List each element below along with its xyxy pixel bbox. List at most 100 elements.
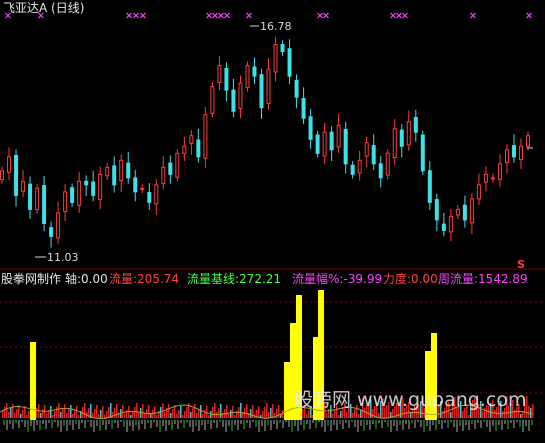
flow-bar: [156, 415, 158, 418]
candlestick: [287, 48, 292, 77]
candlestick: [21, 180, 26, 192]
candlestick: [427, 170, 432, 203]
candlestick: [7, 156, 12, 173]
chart-title: 飞亚达A (日线): [3, 1, 85, 15]
flow-bar: [90, 404, 92, 418]
candlestick: [119, 159, 124, 182]
candlestick: [238, 82, 243, 109]
flow-bar: [8, 412, 10, 418]
signal-cross-marker: [206, 12, 212, 19]
flow-bar: [64, 404, 66, 418]
flow-bar: [60, 412, 62, 418]
flow-bar: [306, 414, 308, 418]
flow-bar: [172, 409, 174, 418]
flow-bar: [150, 414, 152, 418]
candlestick: [147, 192, 152, 203]
candlestick: [14, 154, 19, 196]
flow-bar: [218, 408, 220, 418]
candlestick: [35, 187, 40, 210]
flow-bar: [208, 415, 210, 418]
indicator-weekly-flow-value: 周流量:1542.89: [438, 272, 528, 286]
flow-bar: [138, 412, 140, 418]
candlestick: [98, 173, 103, 201]
flow-bar: [272, 404, 274, 418]
flow-bar: [108, 407, 110, 418]
candlestick: [70, 187, 75, 203]
flow-bar: [502, 411, 504, 418]
candlestick: [196, 139, 201, 158]
candlestick: [448, 215, 453, 233]
flow-bar: [142, 404, 144, 418]
candlestick: [511, 145, 516, 158]
indicator-flow-value: 流量:205.74: [109, 272, 180, 286]
flow-bar: [230, 410, 232, 418]
flow-bar: [28, 411, 30, 418]
flow-bar: [226, 405, 228, 418]
candlestick: [28, 183, 33, 210]
flow-bar: [240, 403, 242, 418]
candlestick: [315, 134, 320, 154]
flow-bar: [270, 408, 272, 418]
candlestick: [434, 199, 439, 221]
signal-cross-marker: [246, 12, 252, 19]
flow-bar: [220, 404, 222, 418]
indicator-flow-baseline-value: 流量基线:272.21: [187, 272, 282, 286]
signal-cross-marker: [212, 12, 218, 19]
candlestick: [462, 204, 467, 221]
candlestick: [133, 177, 138, 193]
watermark: 股旁网 www.gupang.com: [294, 389, 527, 411]
candlestick: [91, 181, 96, 196]
flow-bar: [186, 407, 188, 418]
flow-bar: [200, 405, 202, 418]
candlestick: [343, 128, 348, 165]
flow-bar: [14, 413, 16, 418]
flow-bar: [152, 410, 154, 418]
flow-bar: [338, 415, 340, 418]
candlestick: [476, 184, 481, 200]
flow-bar: [176, 414, 178, 418]
flow-bar: [154, 406, 156, 418]
flow-bar: [100, 410, 102, 418]
flow-bar: [264, 407, 266, 418]
candlestick: [252, 66, 257, 77]
flow-bar: [124, 414, 126, 418]
candlestick: [266, 68, 271, 104]
candlestick: [0, 170, 4, 181]
signal-cross-marker: [323, 12, 329, 19]
flow-bar: [16, 409, 18, 418]
signal-cross-marker: [526, 12, 532, 19]
flow-bar: [4, 407, 6, 418]
flow-bar: [262, 411, 264, 418]
flow-bar: [162, 403, 164, 418]
indicator-axis-value: 轴:0.00: [65, 272, 108, 286]
flow-bar: [104, 415, 106, 418]
flow-bar: [78, 415, 80, 418]
flow-bar: [114, 408, 116, 418]
flow-bar: [62, 408, 64, 418]
flow-bar: [110, 403, 112, 418]
flow-bar: [56, 407, 58, 418]
flow-bar: [180, 406, 182, 418]
flow-bar: [258, 406, 260, 418]
flow-bar: [442, 411, 444, 418]
candlestick: [126, 162, 131, 179]
candlestick: [385, 152, 390, 176]
flow-bar: [42, 409, 44, 418]
signal-cross-marker: [317, 12, 323, 19]
flow-bar: [52, 415, 54, 418]
candlestick: [420, 134, 425, 172]
flow-bar: [358, 414, 360, 418]
flow-bar: [22, 410, 24, 418]
flow-bar: [76, 406, 78, 418]
flow-bar: [360, 410, 362, 418]
sell-signal-mark: S: [517, 258, 525, 271]
flow-bar: [68, 409, 70, 418]
signal-cross-marker: [133, 12, 139, 19]
indicator-name: 股拳网制作: [1, 272, 62, 286]
candlestick: [392, 128, 397, 158]
flow-bar: [276, 409, 278, 418]
candlestick: [175, 152, 180, 178]
chart-canvas[interactable]: [0, 0, 545, 443]
candlestick: [245, 65, 250, 88]
candlestick: [140, 187, 145, 190]
